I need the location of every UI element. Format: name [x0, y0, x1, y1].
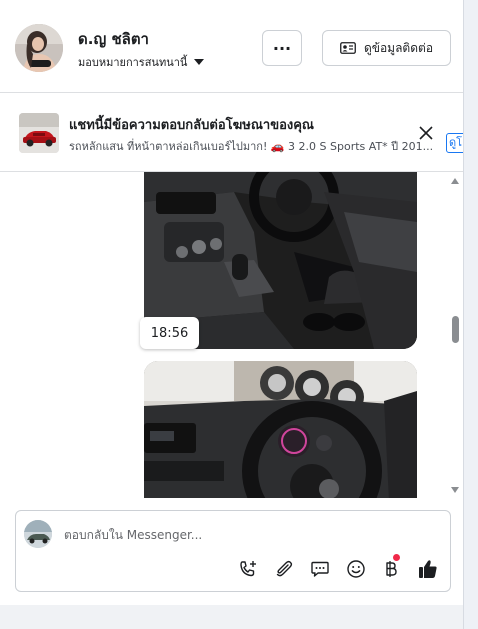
- view-contact-label: ดูข้อมูลติดต่อ: [363, 40, 434, 55]
- more-icon: ···: [272, 38, 292, 58]
- scroll-down-arrow[interactable]: [451, 487, 459, 493]
- like-button[interactable]: [417, 558, 439, 580]
- paperclip-icon: [276, 560, 293, 577]
- message-photo[interactable]: [144, 361, 417, 498]
- ad-reply-banner: แชทนี้มีข้อความตอบกลับต่อโฆษณาของคุณ รถห…: [0, 93, 463, 172]
- ad-thumbnail[interactable]: [19, 113, 59, 153]
- side-panel-edge: [463, 0, 478, 629]
- quick-reply-button[interactable]: [309, 558, 331, 580]
- conversation-panel: ด.ญ ชลิตา มอบหมายการสนทนานี้ ··· ดูข้อมู…: [0, 0, 463, 605]
- scrollbar-thumb[interactable]: [452, 316, 459, 343]
- assign-label: มอบหมายการสนทนานี้: [78, 56, 188, 69]
- scroll-up-arrow[interactable]: [451, 178, 459, 184]
- contact-name: ด.ญ ชลิตา: [78, 30, 149, 48]
- emoji-button[interactable]: [345, 558, 367, 580]
- notification-dot: [393, 554, 400, 561]
- ad-banner-subtitle: รถหลักแสน ที่หน้าตาหล่อเกินเบอร์ไปมาก! 🚗…: [69, 140, 434, 153]
- view-ad-button[interactable]: ดูโ: [446, 133, 463, 153]
- emoji-icon: [347, 560, 365, 578]
- payment-button[interactable]: [380, 554, 402, 580]
- more-options-button[interactable]: ···: [262, 30, 302, 66]
- close-banner-button[interactable]: [417, 124, 435, 142]
- chat-bubble-icon: [311, 561, 329, 577]
- message-thread[interactable]: 18:56: [0, 172, 463, 498]
- chevron-down-icon: [194, 59, 205, 65]
- baht-icon: [386, 561, 397, 577]
- page-footer-gap: [0, 605, 463, 629]
- attach-button[interactable]: [273, 558, 295, 580]
- close-icon: [419, 126, 433, 140]
- reply-input[interactable]: [64, 525, 424, 545]
- assign-conversation-dropdown[interactable]: มอบหมายการสนทนานี้: [78, 53, 205, 71]
- call-add-icon: [240, 561, 256, 577]
- thumbs-up-icon: [419, 560, 437, 578]
- view-contact-button[interactable]: ดูข้อมูลติดต่อ: [322, 30, 451, 66]
- reply-composer: [15, 510, 451, 592]
- page-avatar: [24, 520, 52, 548]
- call-add-button[interactable]: [237, 558, 259, 580]
- message-timestamp: 18:56: [140, 317, 199, 349]
- ad-banner-title: แชทนี้มีข้อความตอบกลับต่อโฆษณาของคุณ: [69, 118, 314, 133]
- avatar[interactable]: [15, 24, 63, 72]
- conversation-header: ด.ญ ชลิตา มอบหมายการสนทนานี้ ··· ดูข้อมู…: [0, 0, 463, 93]
- contact-card-icon: [340, 42, 356, 54]
